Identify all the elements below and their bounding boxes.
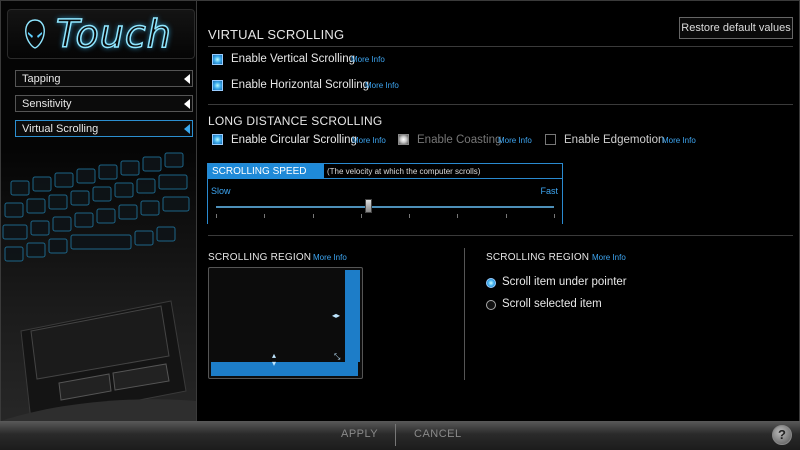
sidebar-item-label: Virtual Scrolling — [22, 123, 99, 135]
app-logo: Touch — [7, 9, 195, 59]
slider-tick — [457, 214, 458, 218]
edgemotion-checkbox[interactable] — [545, 134, 556, 145]
coasting-checkbox[interactable] — [398, 134, 409, 145]
sidebar-item-sensitivity[interactable]: Sensitivity — [15, 95, 193, 112]
touchpad-region-preview: ◂▸ ▴ ▾ ⤡ — [208, 267, 363, 379]
arrow-left-icon — [184, 74, 190, 84]
main-panel: VIRTUAL SCROLLING Restore default values… — [197, 1, 799, 421]
divider — [208, 104, 793, 105]
horizontal-more-info-link[interactable]: More Info — [365, 81, 399, 90]
scroll-selected-item-label: Scroll selected item — [502, 298, 602, 310]
region-left-title: SCROLLING REGION — [208, 252, 312, 263]
edgemotion-more-info-link[interactable]: More Info — [662, 136, 696, 145]
corner-resize-icon[interactable]: ⤡ — [334, 353, 340, 361]
vertical-more-info-link[interactable]: More Info — [351, 55, 385, 64]
laptop-keyboard-illustration — [1, 151, 196, 448]
sidebar: Touch Tapping Sensitivity Virtual Scroll… — [1, 1, 196, 448]
region-left-more-info-link[interactable]: More Info — [313, 253, 347, 262]
region-right-title: SCROLLING REGION — [486, 252, 590, 263]
scrolling-speed-title: SCROLLING SPEED — [208, 164, 324, 179]
cancel-button[interactable]: CANCEL — [414, 428, 462, 440]
circular-scrolling-checkbox[interactable] — [212, 134, 223, 145]
sidebar-item-label: Sensitivity — [22, 98, 72, 110]
help-button[interactable]: ? — [772, 425, 792, 445]
speed-slider-thumb[interactable] — [365, 199, 372, 213]
page-title: VIRTUAL SCROLLING — [208, 27, 345, 42]
horizontal-scrolling-label: Enable Horizontal Scrolling — [231, 79, 370, 91]
slider-tick — [264, 214, 265, 218]
horizontal-scrolling-checkbox[interactable] — [212, 80, 223, 91]
scrolling-speed-panel: SCROLLING SPEED (The velocity at which t… — [207, 163, 563, 224]
scroll-selected-item-radio[interactable] — [486, 300, 496, 310]
divider — [208, 235, 793, 236]
slider-tick — [313, 214, 314, 218]
restore-defaults-button[interactable]: Restore default values — [679, 17, 793, 39]
slider-tick — [506, 214, 507, 218]
vertical-scrolling-checkbox[interactable] — [212, 54, 223, 65]
horizontal-resize-icon[interactable]: ◂▸ — [332, 312, 340, 320]
logo-text: Touch — [55, 11, 172, 57]
apply-button[interactable]: APPLY — [341, 428, 378, 440]
arrow-left-icon — [184, 99, 190, 109]
coasting-label: Enable Coasting — [417, 134, 502, 146]
coasting-more-info-link[interactable]: More Info — [498, 136, 532, 145]
long-distance-title: LONG DISTANCE SCROLLING — [208, 114, 383, 128]
sidebar-item-label: Tapping — [22, 73, 61, 85]
slider-tick — [216, 214, 217, 218]
circular-scrolling-label: Enable Circular Scrolling — [231, 134, 357, 146]
slider-tick — [554, 214, 555, 218]
button-separator — [395, 424, 396, 446]
divider — [208, 46, 793, 47]
scrolling-speed-description: (The velocity at which the computer scro… — [324, 164, 562, 179]
scroll-under-pointer-radio[interactable] — [486, 278, 496, 288]
region-divider — [464, 248, 465, 380]
fast-label: Fast — [540, 186, 558, 196]
region-right-more-info-link[interactable]: More Info — [592, 253, 626, 262]
speed-slider-track[interactable] — [216, 206, 554, 208]
arrow-left-icon — [184, 124, 190, 134]
sidebar-item-tapping[interactable]: Tapping — [15, 70, 193, 87]
slow-label: Slow — [211, 186, 231, 196]
vertical-resize-icon[interactable]: ▴ ▾ — [272, 352, 276, 368]
slider-tick — [409, 214, 410, 218]
slider-tick — [361, 214, 362, 218]
sidebar-item-virtual-scrolling[interactable]: Virtual Scrolling — [15, 120, 193, 137]
scroll-under-pointer-label: Scroll item under pointer — [502, 276, 627, 288]
circular-more-info-link[interactable]: More Info — [352, 136, 386, 145]
edgemotion-label: Enable Edgemotion — [564, 134, 665, 146]
vertical-scroll-region[interactable] — [345, 270, 360, 362]
horizontal-scroll-region[interactable] — [211, 362, 358, 376]
vertical-scrolling-label: Enable Vertical Scrolling — [231, 53, 356, 65]
bottom-bar: APPLY CANCEL — [0, 421, 800, 450]
alien-head-icon — [25, 19, 45, 49]
